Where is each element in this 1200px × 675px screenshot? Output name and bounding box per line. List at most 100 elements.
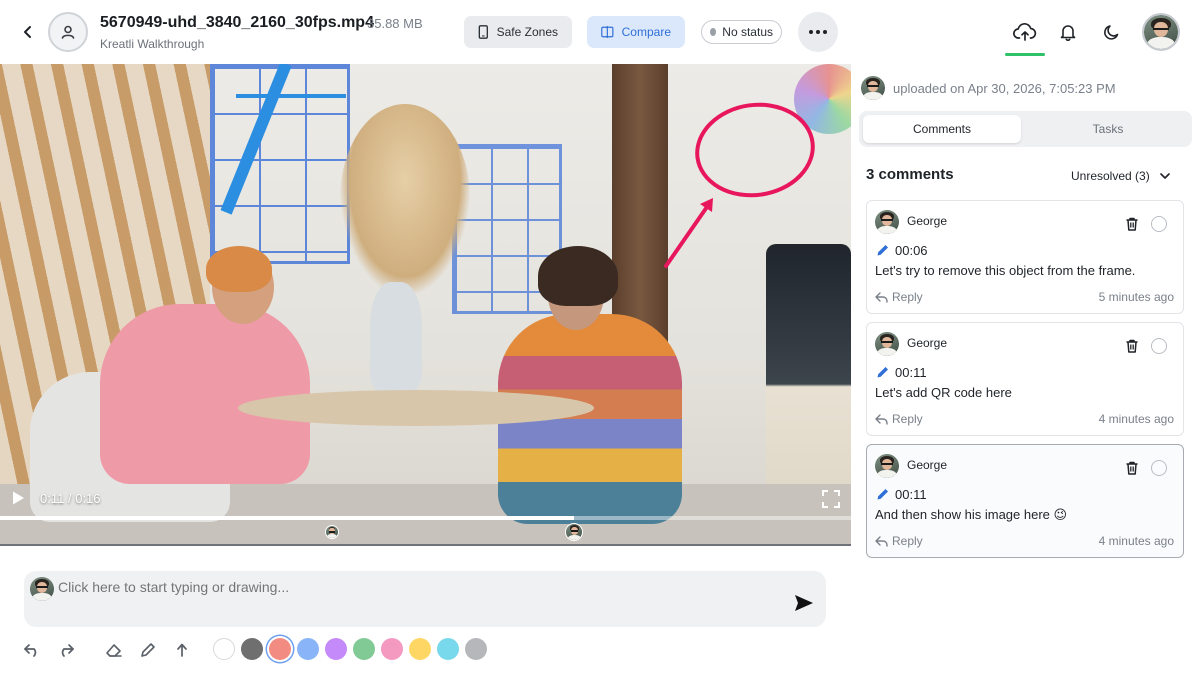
reply-button[interactable]: Reply	[875, 411, 923, 427]
reply-label: Reply	[892, 290, 923, 304]
color-swatch[interactable]	[353, 638, 375, 660]
resolve-checkbox[interactable]	[1151, 460, 1167, 476]
color-swatch[interactable]	[269, 638, 291, 660]
comment-author: George	[907, 336, 948, 350]
comment-marker[interactable]	[565, 523, 584, 541]
color-swatch[interactable]	[213, 638, 235, 660]
play-icon[interactable]	[10, 490, 26, 506]
eraser-icon	[106, 644, 122, 657]
comment-time-ago: 4 minutes ago	[1098, 412, 1174, 426]
top-bar: 5670949-uhd_3840_2160_30fps.mp4 35.88 MB…	[0, 0, 1200, 64]
avatar-image	[875, 210, 899, 234]
color-swatch[interactable]	[297, 638, 319, 660]
annotation-arrow	[664, 202, 711, 268]
undo-button[interactable]	[22, 640, 42, 660]
color-swatch[interactable]	[437, 638, 459, 660]
theme-toggle-button[interactable]	[1100, 20, 1124, 44]
color-swatch[interactable]	[241, 638, 263, 660]
redo-button[interactable]	[56, 640, 76, 660]
comment-card[interactable]: George 00:06 Let's try to remove this ob…	[866, 200, 1184, 314]
reply-icon	[875, 413, 888, 425]
reply-label: Reply	[892, 534, 923, 548]
comment-card-selected[interactable]: George 00:11 And then show his image her…	[866, 444, 1184, 558]
redo-icon	[61, 644, 74, 657]
duration: 0:16	[75, 491, 101, 506]
color-swatch[interactable]	[465, 638, 487, 660]
drawing-annotation-layer	[664, 102, 815, 268]
chevron-left-icon	[24, 26, 31, 38]
comment-composer[interactable]	[24, 571, 826, 627]
color-swatch[interactable]	[325, 638, 347, 660]
trash-icon[interactable]	[1124, 216, 1140, 232]
annotation-circle	[695, 102, 815, 198]
comment-card[interactable]: George 00:11 Let's add QR code here Repl…	[866, 322, 1184, 436]
ellipsis-icon	[809, 30, 827, 34]
comment-text: Let's add QR code here	[875, 385, 1012, 400]
pen-icon	[141, 643, 155, 657]
status-dropdown[interactable]: No status	[701, 20, 782, 44]
comment-marker[interactable]	[324, 525, 339, 539]
player-bottom-border	[0, 544, 851, 546]
upload-date: uploaded on Apr 30, 2026, 7:05:23 PM	[893, 80, 1116, 96]
avatar-image	[30, 577, 54, 601]
comment-filter-dropdown[interactable]: Unresolved (3)	[1071, 166, 1171, 186]
avatar-image	[875, 332, 899, 356]
upload-active-indicator	[1005, 53, 1045, 56]
file-size: 35.88 MB	[367, 16, 423, 31]
fullscreen-icon[interactable]	[822, 490, 840, 508]
user-avatar[interactable]	[1142, 13, 1180, 51]
comment-text: Let's try to remove this object from the…	[875, 263, 1136, 278]
comment-timecode[interactable]: 00:11	[895, 487, 927, 502]
reply-button[interactable]: Reply	[875, 533, 923, 549]
arrow-up-icon	[177, 643, 187, 657]
comment-count: 3 comments	[866, 166, 954, 183]
reply-label: Reply	[892, 412, 923, 426]
comments-panel: uploaded on Apr 30, 2026, 7:05:23 PM Com…	[851, 64, 1200, 675]
compare-label: Compare	[621, 25, 671, 39]
drawing-pen-icon	[877, 367, 888, 378]
chevron-down-icon	[1159, 173, 1170, 179]
video-player[interactable]: 0:11 / 0:16	[0, 64, 851, 546]
eraser-button[interactable]	[104, 640, 124, 660]
status-dot	[710, 28, 717, 36]
moon-icon	[1104, 25, 1119, 40]
reply-button[interactable]: Reply	[875, 289, 923, 305]
color-swatch[interactable]	[409, 638, 431, 660]
trash-icon[interactable]	[1124, 460, 1140, 476]
project-avatar[interactable]	[48, 12, 88, 52]
split-view-icon	[601, 26, 614, 38]
pen-button[interactable]	[138, 640, 158, 660]
composer-avatar	[30, 577, 54, 601]
color-swatch[interactable]	[381, 638, 403, 660]
comment-author: George	[907, 458, 948, 472]
user-icon	[61, 25, 75, 39]
seek-bar[interactable]	[0, 516, 851, 520]
comment-input[interactable]	[58, 579, 778, 595]
filter-label: Unresolved (3)	[1071, 169, 1150, 183]
status-label: No status	[722, 25, 773, 39]
notifications-button[interactable]	[1056, 20, 1080, 44]
safe-zones-label: Safe Zones	[496, 25, 558, 39]
upload-button[interactable]	[1008, 16, 1042, 48]
undo-icon	[24, 644, 37, 657]
more-options-button[interactable]	[798, 12, 838, 52]
trash-icon[interactable]	[1124, 338, 1140, 354]
arrow-tool-button[interactable]	[172, 640, 192, 660]
avatar-image	[861, 76, 885, 100]
panel-tabs: Comments Tasks	[859, 111, 1192, 147]
resolve-checkbox[interactable]	[1151, 216, 1167, 232]
comment-avatar	[875, 210, 899, 234]
safe-zones-button[interactable]: Safe Zones	[464, 16, 572, 48]
back-button[interactable]	[16, 20, 40, 44]
project-name[interactable]: Kreatli Walkthrough	[100, 37, 204, 51]
tab-comments[interactable]: Comments	[863, 115, 1021, 143]
avatar-image	[566, 524, 583, 540]
comment-timecode[interactable]: 00:06	[895, 243, 928, 258]
compare-button[interactable]: Compare	[587, 16, 685, 48]
avatar-image	[1144, 15, 1178, 49]
send-icon[interactable]	[794, 594, 814, 612]
resolve-checkbox[interactable]	[1151, 338, 1167, 354]
comment-timecode[interactable]: 00:11	[895, 365, 927, 380]
comment-text: And then show his image here 😉	[875, 507, 1068, 522]
tab-tasks[interactable]: Tasks	[1029, 115, 1187, 143]
